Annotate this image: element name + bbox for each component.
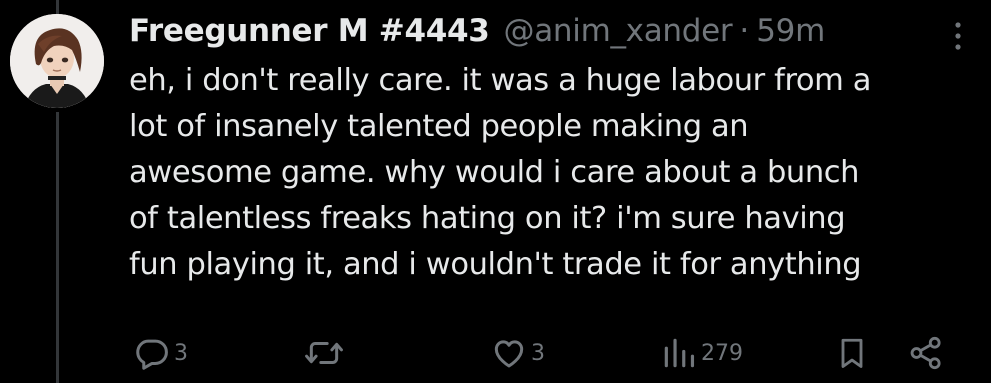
reply-count: 3 [174,340,188,366]
display-name[interactable]: Freegunner M #4443 [129,13,490,49]
reply-button[interactable]: 3 [133,330,188,376]
share-icon [910,336,941,370]
tweet-text-line: eh, i don't really care. it was a huge l… [129,63,872,98]
tweet-header: Freegunner M #4443 @anim_xander · 59m [129,8,825,54]
share-button[interactable] [906,330,946,376]
separator-dot: · [739,13,750,49]
avatar-image [10,14,104,108]
views-icon [664,338,695,368]
user-handle[interactable]: @anim_xander [504,13,733,49]
bookmark-icon [841,338,863,368]
avatar[interactable] [10,14,104,108]
views-button[interactable]: 279 [660,330,743,376]
more-options-button[interactable] [948,18,968,54]
tweet-text: eh, i don't really care. it was a huge l… [129,58,979,288]
heart-icon [494,340,524,368]
tweet-text-line: awesome game. why would i care about a b… [129,155,860,190]
view-count: 279 [701,340,743,366]
tweet-text-line: lot of insanely talented people making a… [129,109,749,144]
timestamp[interactable]: 59m [756,13,825,49]
thread-line-top [56,0,59,14]
reply-icon [136,339,168,370]
bookmark-button[interactable] [834,330,870,376]
tweet-text-line: of talentless freaks hating on it? i'm s… [129,201,846,236]
like-button[interactable]: 3 [490,330,545,376]
like-count: 3 [531,340,545,366]
action-bar: 3 3 279 [0,330,991,376]
tweet-text-line: fun playing it, and i wouldn't trade it … [129,247,862,282]
retweet-icon [305,341,343,365]
more-icon [955,22,961,50]
retweet-button[interactable] [303,330,345,376]
